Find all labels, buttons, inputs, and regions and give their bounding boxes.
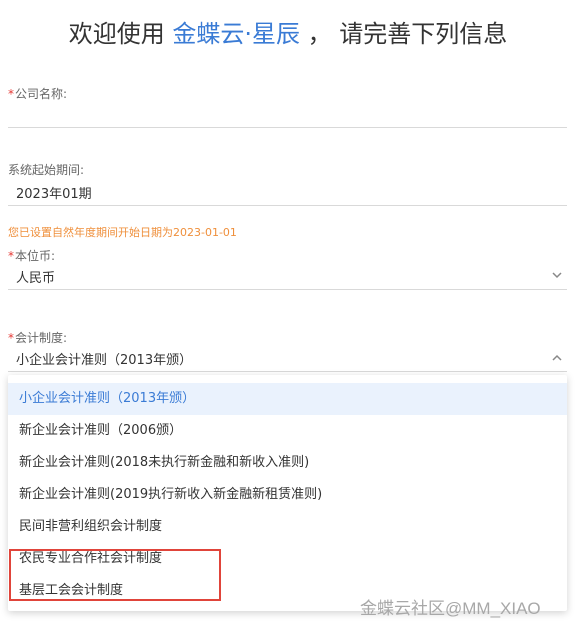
accounting-label: *会计制度:	[8, 331, 68, 345]
accounting-select[interactable]: 小企业会计准则（2013年颁）	[16, 349, 192, 368]
required-mark: *	[8, 87, 14, 101]
accounting-underline	[8, 371, 567, 372]
required-mark: *	[8, 249, 14, 263]
accounting-dropdown: 小企业会计准则（2013年颁） 新企业会计准则（2006颁） 新企业会计准则(2…	[8, 375, 567, 611]
page-title: 欢迎使用 金蝶云·星辰 ， 请完善下列信息	[0, 14, 576, 49]
dropdown-option[interactable]: 农民专业合作社会计制度	[8, 543, 567, 575]
chevron-down-icon[interactable]	[550, 268, 564, 282]
period-hint: 您已设置自然年度期间开始日期为2023-01-01	[8, 226, 237, 239]
dropdown-option[interactable]: 新企业会计准则(2019执行新收入新金融新租赁准则)	[8, 479, 567, 511]
title-suffix: ， 请完善下列信息	[307, 20, 508, 48]
start-period-input[interactable]: 2023年01期	[16, 183, 92, 202]
chevron-up-icon[interactable]	[550, 351, 564, 365]
dropdown-option[interactable]: 新企业会计准则（2006颁）	[8, 415, 567, 447]
company-name-underline	[8, 127, 567, 128]
watermark: 金蝶云社区@MM_XIAO	[360, 599, 541, 618]
start-period-label: 系统起始期间:	[8, 163, 85, 177]
currency-select[interactable]: 人民币	[16, 267, 55, 286]
dropdown-option[interactable]: 民间非营利组织会计制度	[8, 511, 567, 543]
company-name-label: *公司名称:	[8, 87, 68, 101]
required-mark: *	[8, 331, 14, 345]
dropdown-option[interactable]: 小企业会计准则（2013年颁）	[8, 383, 567, 415]
currency-underline	[8, 289, 567, 290]
start-period-underline	[8, 205, 567, 206]
dropdown-option[interactable]: 新企业会计准则(2018未执行新金融和新收入准则)	[8, 447, 567, 479]
brand-name: 金蝶云·星辰	[172, 20, 300, 48]
title-prefix: 欢迎使用	[68, 20, 165, 48]
currency-label: *本位币:	[8, 249, 56, 263]
